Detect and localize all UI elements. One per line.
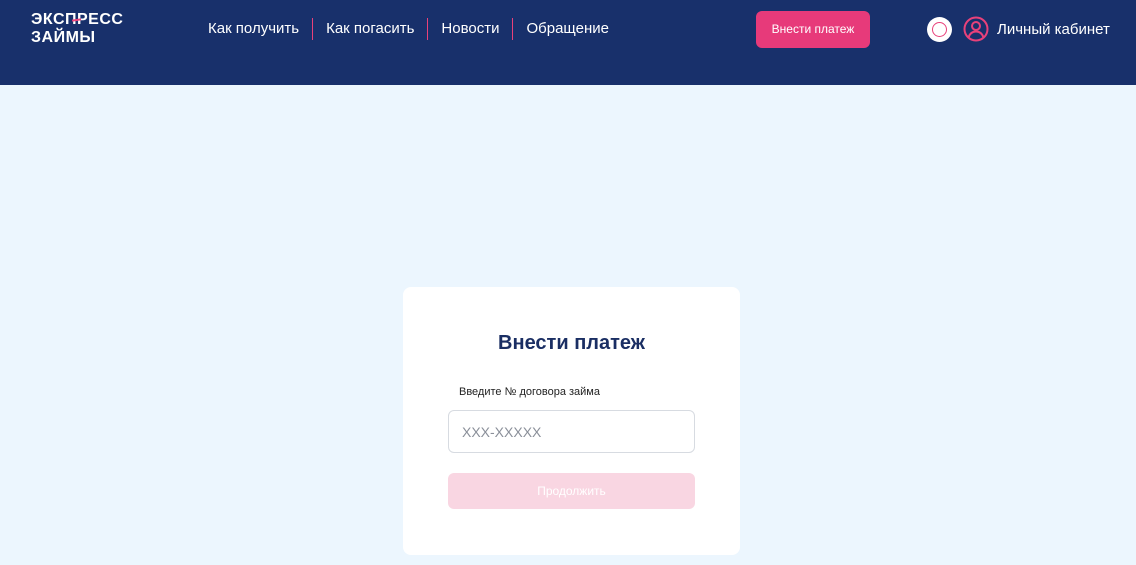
contract-number-label: Введите № договора займа (459, 386, 600, 398)
main-nav: Как получить Как погасить Новости Обраще… (195, 18, 622, 40)
badge-emblem (932, 22, 947, 37)
nav-item-appeal[interactable]: Обращение (513, 18, 621, 40)
brand-logo[interactable]: ЭКСПРЕСС ЗАЙМЫ (31, 11, 123, 47)
account-link[interactable]: Личный кабинет (963, 16, 1110, 42)
header-pay-button[interactable]: Внести платеж (756, 11, 870, 48)
logo-line-2: ЗАЙМЫ (31, 29, 96, 46)
payment-card: Внести платеж Введите № договора займа П… (403, 287, 740, 555)
continue-button[interactable]: Продолжить (448, 473, 695, 509)
certificate-badge-icon[interactable] (927, 17, 952, 42)
nav-item-how-to-repay[interactable]: Как погасить (313, 18, 427, 40)
contract-number-input[interactable] (448, 410, 695, 453)
site-header: ЭКСПРЕСС ЗАЙМЫ Как получить Как погасить… (0, 0, 1136, 85)
nav-item-news[interactable]: Новости (428, 18, 512, 40)
nav-item-how-to-get[interactable]: Как получить (195, 18, 312, 40)
account-label: Личный кабинет (997, 20, 1110, 38)
user-icon (963, 16, 989, 42)
payment-title: Внести платеж (498, 332, 645, 354)
